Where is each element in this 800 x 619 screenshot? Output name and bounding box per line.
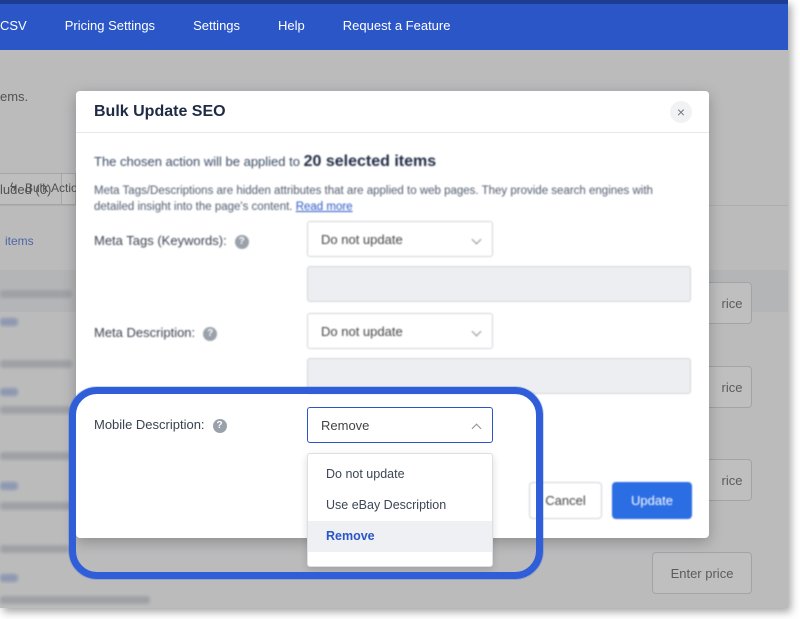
meta-description-select-value: Do not update [321, 324, 403, 339]
meta-tags-label: Meta Tags (Keywords):? [94, 233, 249, 249]
meta-description-label-text: Meta Description: [94, 325, 196, 340]
nav-item-csv[interactable]: CSV [0, 18, 27, 33]
seo-help-text: Meta Tags/Descriptions are hidden attrib… [94, 183, 694, 215]
dialog-header: Bulk Update SEO × [76, 91, 709, 133]
intro-text: The chosen action will be applied to 20 … [94, 153, 436, 171]
meta-tags-input[interactable] [307, 266, 691, 302]
meta-description-label: Meta Description:? [94, 325, 218, 341]
highlight-annotation-frame [69, 387, 543, 579]
update-button[interactable]: Update [612, 482, 692, 519]
intro-text-prefix: The chosen action will be applied to [94, 154, 300, 169]
cancel-label: Cancel [545, 493, 586, 508]
meta-tags-label-text: Meta Tags (Keywords): [94, 233, 227, 248]
update-label: Update [631, 493, 673, 508]
nav-accent-line [0, 0, 788, 4]
nav-item-pricing-settings[interactable]: Pricing Settings [65, 18, 155, 33]
nav-item-settings[interactable]: Settings [193, 18, 240, 33]
read-more-link[interactable]: Read more [296, 201, 353, 213]
meta-tags-select-value: Do not update [321, 232, 403, 247]
meta-tags-select[interactable]: Do not update [307, 221, 493, 257]
chevron-down-icon [471, 326, 482, 337]
meta-description-select[interactable]: Do not update [307, 313, 493, 349]
help-icon[interactable]: ? [203, 327, 218, 341]
top-navigation: CSV Pricing Settings Settings Help Reque… [0, 0, 788, 50]
help-icon[interactable]: ? [234, 235, 249, 249]
seo-help-description: Meta Tags/Descriptions are hidden attrib… [94, 185, 653, 213]
close-button[interactable]: × [670, 101, 692, 123]
dialog-title: Bulk Update SEO [94, 103, 226, 120]
close-icon: × [676, 104, 686, 120]
nav-item-help[interactable]: Help [278, 18, 305, 33]
app-window: CSV Pricing Settings Settings Help Reque… [0, 0, 788, 608]
selected-count: 20 selected items [303, 153, 437, 170]
chevron-down-icon [471, 234, 482, 245]
nav-item-request-feature[interactable]: Request a Feature [343, 18, 451, 33]
